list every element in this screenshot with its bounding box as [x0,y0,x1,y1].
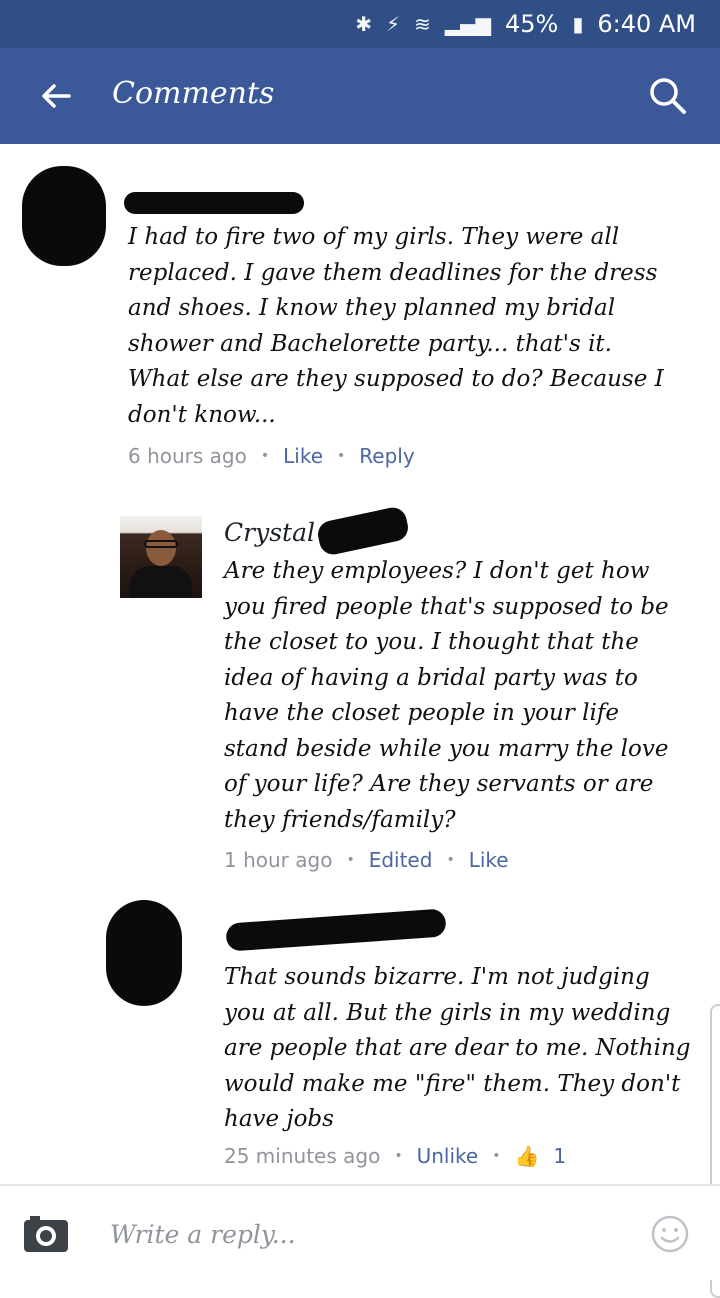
unlike-button[interactable]: Unlike [417,1144,479,1168]
like-button[interactable]: Like [469,848,509,872]
camera-icon [24,1216,68,1252]
separator: • [260,448,270,464]
timestamp: 1 hour ago [224,848,333,872]
separator: • [337,448,346,464]
app-bar: Comments [0,48,720,144]
reply-comment: That sounds bizarre. I'm not judging you… [0,894,720,1184]
bluetooth-icon: ✱ [355,12,373,36]
clock: 6:40 AM [597,10,696,38]
timestamp: 25 minutes ago [224,1144,381,1168]
reply-bar [0,1184,720,1280]
comments-list: I had to fire two of my girls. They were… [0,144,720,1298]
signal-icon: ▂▄▆ [444,12,491,36]
comment-meta: 25 minutes ago • Unlike • 👍 1 [224,1144,566,1168]
author-name-wrap: Crystal [224,518,315,547]
reply-comment: Crystal Are they employees? I don't get … [0,504,720,884]
smiley-icon [651,1215,689,1253]
separator: • [492,1148,501,1164]
author-name[interactable]: Crystal [224,518,315,547]
reply-button[interactable]: Reply [359,444,414,468]
comment: I had to fire two of my girls. They were… [0,144,720,484]
search-icon [650,78,686,114]
avatar[interactable] [22,166,106,266]
like-count: 1 [553,1144,567,1168]
avatar[interactable] [120,516,202,598]
edited-link[interactable]: Edited [369,848,433,872]
separator: • [446,852,455,868]
timestamp: 6 hours ago [128,444,247,468]
redacted-name [315,505,411,557]
separator: • [394,1148,403,1164]
back-button[interactable] [34,74,78,118]
battery-percent: 45% [504,10,559,38]
comment-text: Are they employees? I don't get how you … [224,558,669,833]
comment-text: That sounds bizarre. I'm not judging you… [224,964,691,1132]
redacted-name [225,908,447,952]
avatar[interactable] [106,900,182,1006]
arrow-left-icon [42,84,71,108]
comment-meta: 6 hours ago • Like • Reply [128,444,415,468]
separator: • [346,852,355,868]
reply-input[interactable] [108,1210,632,1258]
search-button[interactable] [646,74,690,118]
data-icon: ⚡ [386,12,401,36]
emoji-button[interactable] [650,1214,690,1254]
like-button[interactable]: Like [283,444,323,468]
thumbs-up-icon: 👍 [514,1144,540,1168]
status-bar: ✱ ⚡ ≋ ▂▄▆ 45% ▮ 6:40 AM [0,0,720,48]
battery-icon: ▮ [572,12,584,36]
comment-meta: 1 hour ago • Edited • Like [224,848,509,872]
camera-button[interactable] [22,1214,70,1254]
page-title: Comments [112,76,275,111]
redacted-name [124,192,304,214]
avatar-glasses [144,540,178,548]
comment-text: I had to fire two of my girls. They were… [128,224,664,428]
avatar-body [130,566,192,598]
avatar-face [146,530,176,566]
wifi-icon: ≋ [414,12,431,36]
